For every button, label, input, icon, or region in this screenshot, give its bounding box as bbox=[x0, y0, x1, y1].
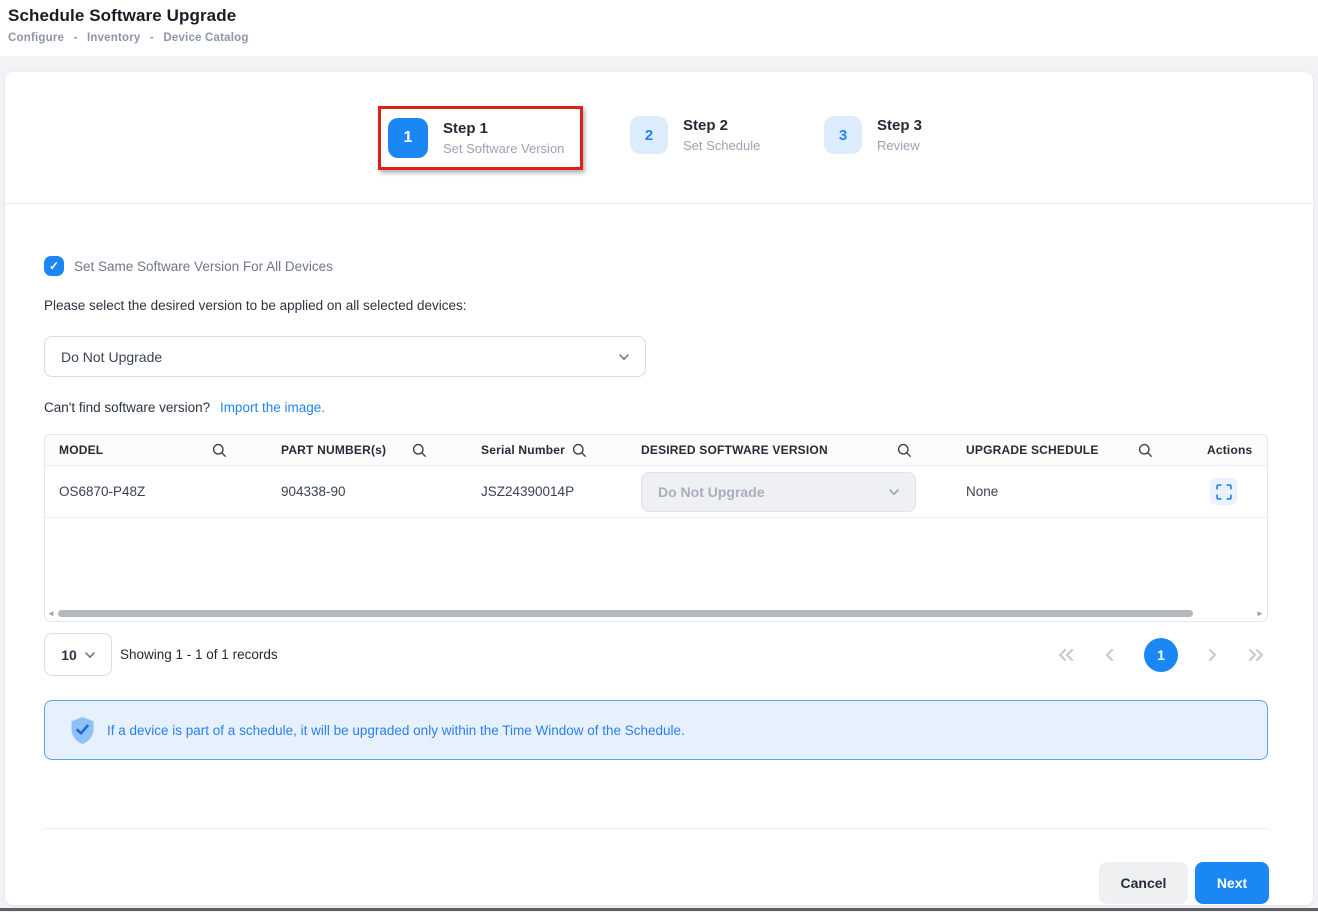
devices-table: MODEL PART NUMBER(s) Serial Number DESIR… bbox=[44, 434, 1268, 622]
search-icon[interactable] bbox=[212, 443, 227, 458]
step-2-number: 2 bbox=[645, 127, 653, 144]
footer-divider bbox=[44, 828, 1268, 829]
step-1-annotation-box: 1 Step 1 Set Software Version bbox=[378, 106, 583, 170]
step-2-badge: 2 bbox=[630, 116, 668, 154]
step-1-subtitle: Set Software Version bbox=[443, 140, 564, 157]
step-1-badge: 1 bbox=[388, 118, 428, 158]
chevron-down-icon bbox=[85, 650, 95, 660]
step-3-subtitle: Review bbox=[877, 137, 922, 154]
row-desired-version-select[interactable]: Do Not Upgrade bbox=[641, 472, 916, 512]
same-version-checkbox-label: Set Same Software Version For All Device… bbox=[74, 259, 333, 274]
check-icon: ✓ bbox=[49, 259, 59, 273]
version-select-value: Do Not Upgrade bbox=[61, 349, 619, 365]
steps-header: 1 Step 1 Set Software Version 2 Step 2 S… bbox=[5, 72, 1313, 204]
chevron-down-icon bbox=[619, 352, 629, 362]
next-page-icon[interactable] bbox=[1205, 646, 1219, 664]
version-prompt-text: Please select the desired version to be … bbox=[44, 298, 467, 313]
breadcrumb-separator: - bbox=[74, 32, 78, 44]
previous-page-icon[interactable] bbox=[1103, 646, 1117, 664]
next-button[interactable]: Next bbox=[1195, 862, 1269, 904]
search-icon[interactable] bbox=[572, 443, 587, 458]
schedule-info-banner: If a device is part of a schedule, it wi… bbox=[44, 700, 1268, 760]
step-1-number: 1 bbox=[404, 129, 413, 147]
bottom-edge-bar bbox=[0, 908, 1318, 911]
search-icon[interactable] bbox=[897, 443, 912, 458]
banner-text: If a device is part of a schedule, it wi… bbox=[107, 723, 685, 738]
step-1-title: Step 1 bbox=[443, 120, 564, 138]
cell-serial-number: JSZ24390014P bbox=[467, 484, 627, 499]
step-2-title: Step 2 bbox=[683, 117, 760, 135]
breadcrumb-separator: - bbox=[150, 32, 154, 44]
breadcrumb-inventory[interactable]: Inventory bbox=[87, 32, 141, 44]
breadcrumb: Configure - Inventory - Device Catalog bbox=[8, 32, 1318, 44]
step-3-title: Step 3 bbox=[877, 117, 922, 135]
table-row: OS6870-P48Z 904338-90 JSZ24390014P Do No… bbox=[45, 466, 1267, 518]
step-3: 3 Step 3 Review bbox=[824, 116, 922, 154]
step-3-number: 3 bbox=[839, 127, 847, 144]
scrollbar-left-arrow-icon[interactable]: ◄ bbox=[47, 609, 56, 618]
page-title: Schedule Software Upgrade bbox=[8, 6, 1318, 26]
cant-find-version-text: Can't find software version? bbox=[44, 400, 210, 415]
version-select[interactable]: Do Not Upgrade bbox=[44, 336, 646, 377]
wizard-card: 1 Step 1 Set Software Version 2 Step 2 S… bbox=[5, 72, 1313, 905]
pagination-bar: 10 Showing 1 - 1 of 1 records 1 bbox=[44, 633, 1274, 676]
step-3-badge: 3 bbox=[824, 116, 862, 154]
horizontal-scrollbar[interactable]: ◄ ► bbox=[47, 609, 1265, 618]
column-header-part-number: PART NUMBER(s) bbox=[267, 435, 467, 465]
breadcrumb-device-catalog[interactable]: Device Catalog bbox=[163, 32, 248, 44]
same-version-checkbox[interactable]: ✓ bbox=[44, 256, 64, 276]
cell-upgrade-schedule: None bbox=[952, 484, 1193, 499]
column-header-serial-number: Serial Number bbox=[467, 435, 627, 465]
pagination-summary: Showing 1 - 1 of 1 records bbox=[120, 647, 278, 662]
scrollbar-thumb[interactable] bbox=[58, 610, 1193, 617]
current-page-button[interactable]: 1 bbox=[1144, 638, 1178, 672]
last-page-icon[interactable] bbox=[1246, 646, 1266, 664]
page-header: Schedule Software Upgrade Configure - In… bbox=[0, 0, 1318, 56]
cell-model: OS6870-P48Z bbox=[45, 484, 267, 499]
expand-icon[interactable] bbox=[1210, 478, 1237, 505]
search-icon[interactable] bbox=[412, 443, 427, 458]
step-1: Step 1 Set Software Version bbox=[443, 120, 564, 157]
column-header-actions: Actions bbox=[1193, 435, 1268, 465]
column-header-upgrade-schedule: UPGRADE SCHEDULE bbox=[952, 435, 1193, 465]
shield-check-icon bbox=[69, 716, 96, 745]
breadcrumb-configure[interactable]: Configure bbox=[8, 32, 64, 44]
first-page-icon[interactable] bbox=[1056, 646, 1076, 664]
page-size-value: 10 bbox=[61, 647, 77, 663]
cell-part-number: 904338-90 bbox=[267, 484, 467, 499]
row-desired-version-value: Do Not Upgrade bbox=[658, 484, 889, 500]
table-header-row: MODEL PART NUMBER(s) Serial Number DESIR… bbox=[45, 435, 1267, 466]
scrollbar-right-arrow-icon[interactable]: ► bbox=[1256, 609, 1265, 618]
column-header-model: MODEL bbox=[45, 435, 267, 465]
step-2: 2 Step 2 Set Schedule bbox=[630, 116, 760, 154]
import-image-link[interactable]: Import the image. bbox=[220, 400, 325, 415]
chevron-down-icon bbox=[889, 487, 899, 497]
step-2-subtitle: Set Schedule bbox=[683, 137, 760, 154]
column-header-desired-software-version: DESIRED SOFTWARE VERSION bbox=[627, 435, 952, 465]
page-size-select[interactable]: 10 bbox=[44, 633, 112, 676]
search-icon[interactable] bbox=[1138, 443, 1153, 458]
cancel-button[interactable]: Cancel bbox=[1099, 862, 1188, 904]
